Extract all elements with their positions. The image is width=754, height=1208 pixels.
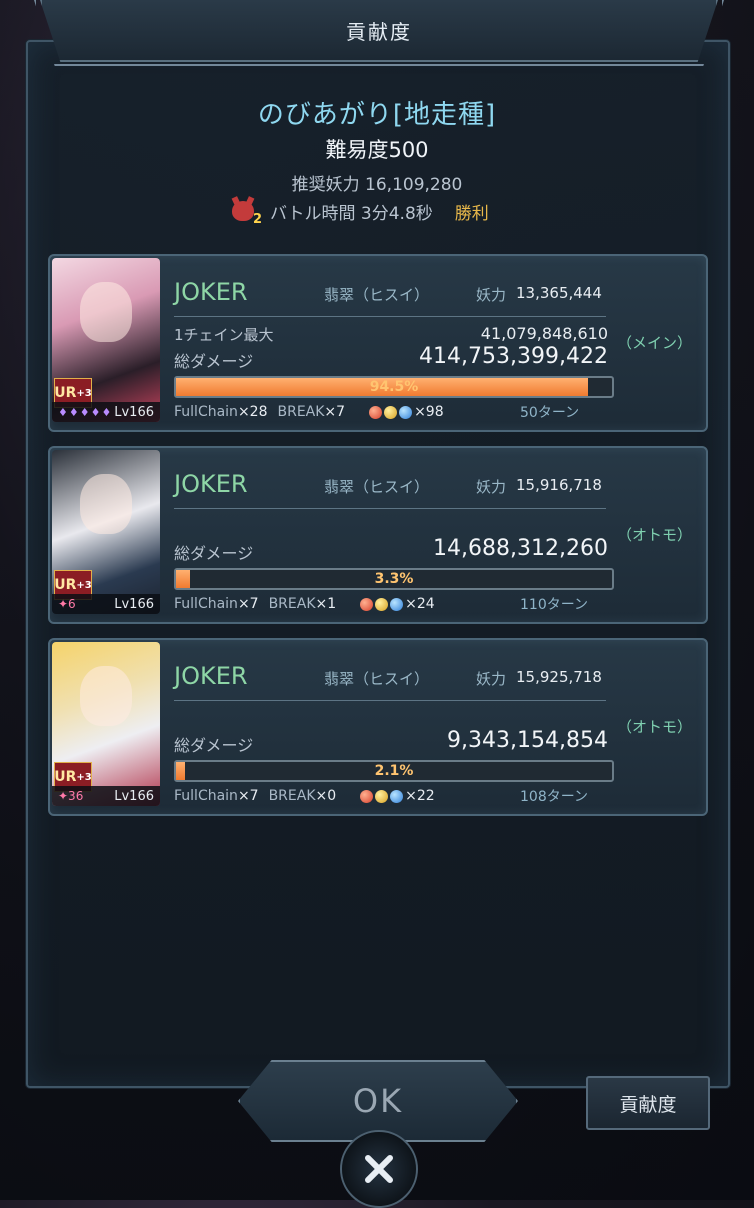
level-strip: ♦♦♦♦♦ Lv166 (52, 402, 160, 422)
turn-count: 110ターン (520, 597, 589, 613)
total-damage-value: 414,753,399,422 (419, 344, 608, 369)
orb-icons (360, 789, 404, 803)
difficulty-label: 難易度500 (325, 138, 429, 162)
character-portrait: UR +3 ✦36 Lv166 (52, 642, 160, 806)
break-count: ×1 (315, 596, 337, 612)
divider (174, 508, 606, 509)
close-button[interactable] (340, 1130, 418, 1208)
character-portrait: UR +3 ♦♦♦♦♦ Lv166 (52, 258, 160, 422)
red-orb-icon (360, 597, 374, 611)
player-card-main: UR +3 ♦♦♦♦♦ Lv166 JOKER 翡翠（ヒスイ） 妖力 13,365… (48, 254, 708, 432)
contribution-bar: 94.5% (174, 376, 614, 398)
battle-stats: FullChain ×7 BREAK ×1 ×24 110ターン (174, 594, 614, 614)
break-count: ×0 (315, 788, 337, 804)
player-name: JOKER (174, 278, 248, 306)
level-strip: ✦36 Lv166 (52, 786, 160, 806)
power-value: 15,925,718 (516, 668, 602, 686)
recommended-power: 推奨妖力 16,109,280 (291, 175, 463, 195)
player-name: JOKER (174, 470, 248, 498)
total-damage-value: 14,688,312,260 (433, 536, 608, 561)
red-orb-icon (360, 789, 374, 803)
contribution-percent: 2.1% (374, 763, 414, 779)
attribute-label: 翡翠（ヒスイ） (324, 478, 430, 496)
contribution-percent: 94.5% (369, 379, 419, 395)
orb-icons (369, 405, 413, 419)
power-value: 13,365,444 (516, 284, 602, 302)
break-count: ×7 (324, 404, 346, 420)
power-value: 15,916,718 (516, 476, 602, 494)
fullchain-count: ×7 (237, 596, 259, 612)
character-level: Lv166 (114, 596, 154, 612)
player-card-sub-1: UR +3 ✦6 Lv166 JOKER 翡翠（ヒスイ） 妖力 15,916,71… (48, 446, 708, 624)
turn-count: 50ターン (520, 405, 580, 421)
break-label: BREAK (268, 788, 316, 804)
character-portrait: UR +3 ✦6 Lv166 (52, 450, 160, 614)
blue-orb-icon (390, 597, 404, 611)
blue-orb-icon (399, 405, 413, 419)
orb-icons (360, 597, 404, 611)
divider (174, 700, 606, 701)
battle-result: 勝利 (454, 203, 489, 224)
contribution-bar: 2.1% (174, 760, 614, 782)
total-damage-label: 総ダメージ (174, 736, 254, 755)
battle-time: バトル時間 3分4.8秒 (270, 203, 433, 224)
demon-level-icon: 2 (230, 196, 262, 227)
total-damage-value: 9,343,154,854 (447, 728, 608, 753)
battle-stats: FullChain ×7 BREAK ×0 ×22 108ターン (174, 786, 614, 806)
soul-count: ✦36 (58, 789, 84, 803)
red-orb-icon (369, 405, 383, 419)
divider (174, 316, 606, 317)
stage-name: のびあがり[地走種] (257, 100, 497, 130)
dialog-title: 貢献度 (346, 19, 412, 44)
attribute-label: 翡翠（ヒスイ） (324, 670, 430, 688)
battle-stats: FullChain ×28 BREAK ×7 ×98 50ターン (174, 402, 614, 422)
power-label: 妖力 (476, 670, 507, 688)
fullchain-count: ×28 (237, 404, 268, 420)
max-chain-label: 1チェイン最大 (174, 326, 274, 344)
orb-count: ×22 (405, 788, 435, 804)
break-label: BREAK (268, 596, 316, 612)
fullchain-label: FullChain (174, 404, 238, 420)
blue-orb-icon (390, 789, 404, 803)
character-level: Lv166 (114, 788, 154, 804)
yellow-orb-icon (384, 405, 398, 419)
demon-level-number: 2 (252, 212, 262, 227)
power-label: 妖力 (476, 286, 507, 304)
max-chain-value: 41,079,848,610 (480, 324, 608, 343)
yellow-orb-icon (375, 789, 389, 803)
contribution-percent: 3.3% (374, 571, 414, 587)
break-label: BREAK (277, 404, 325, 420)
gem-icons: ♦♦♦♦♦ (58, 405, 113, 419)
player-name: JOKER (174, 662, 248, 690)
role-label: （オトモ） (616, 526, 692, 544)
level-strip: ✦6 Lv166 (52, 594, 160, 614)
contribution-button[interactable]: 貢献度 (586, 1076, 710, 1130)
battle-info: 2 バトル時間 3分4.8秒 勝利 (230, 196, 489, 227)
role-label: （オトモ） (616, 718, 692, 736)
contribution-bar: 3.3% (174, 568, 614, 590)
close-icon (365, 1155, 393, 1183)
total-damage-label: 総ダメージ (174, 352, 254, 371)
fullchain-count: ×7 (237, 788, 259, 804)
character-level: Lv166 (114, 404, 154, 420)
power-label: 妖力 (476, 478, 507, 496)
orb-count: ×98 (414, 404, 444, 420)
role-label: （メイン） (616, 334, 692, 352)
orb-count: ×24 (405, 596, 435, 612)
total-damage-label: 総ダメージ (174, 544, 254, 563)
dialog-title-bar: 貢献度 (40, 0, 718, 62)
fullchain-label: FullChain (174, 596, 238, 612)
turn-count: 108ターン (520, 789, 589, 805)
soul-count: ✦6 (58, 597, 76, 611)
player-card-sub-2: UR +3 ✦36 Lv166 JOKER 翡翠（ヒスイ） 妖力 15,925,7… (48, 638, 708, 816)
yellow-orb-icon (375, 597, 389, 611)
fullchain-label: FullChain (174, 788, 238, 804)
attribute-label: 翡翠（ヒスイ） (324, 286, 430, 304)
